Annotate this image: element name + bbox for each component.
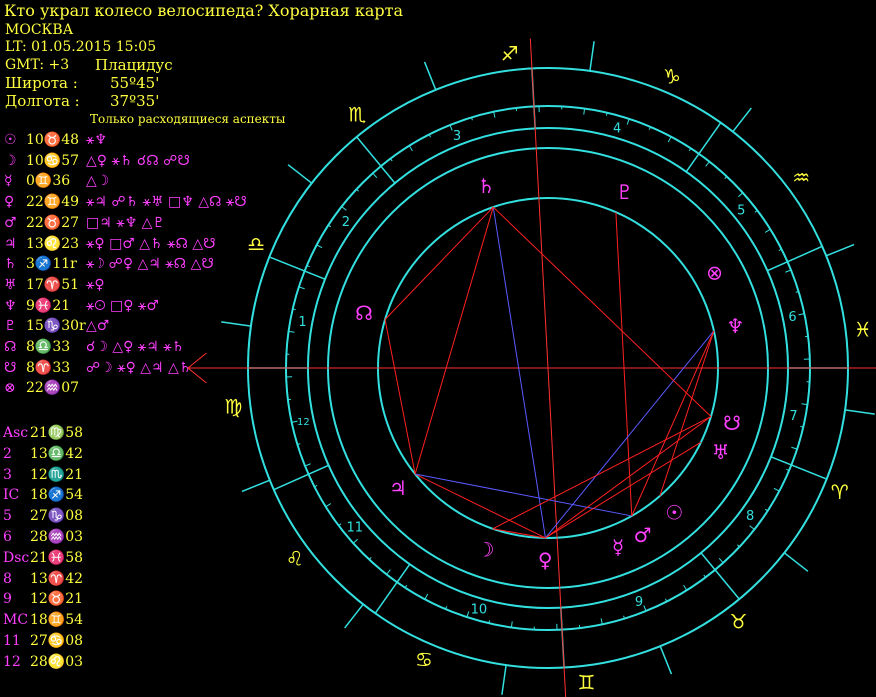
degree-tick: [605, 112, 608, 116]
planet-marker: ⊗: [706, 260, 723, 284]
sign-glyph: ♏: [348, 103, 366, 127]
degree-tick: [372, 172, 378, 178]
sign-glyph: ♎: [247, 232, 265, 256]
house-number: 2: [342, 215, 350, 230]
planet-marker: ☽: [477, 538, 495, 562]
degree-tick: [352, 538, 358, 544]
sign-glyph: ♐: [501, 41, 519, 65]
planet-marker: ♃: [389, 476, 407, 500]
house-number: 12: [297, 417, 310, 428]
house-cusp-line: [273, 464, 329, 491]
sign-divider: [844, 409, 875, 415]
house-number: 3: [453, 129, 461, 144]
sign-divider: [825, 243, 855, 257]
degree-tick: [316, 244, 323, 249]
sign-glyph: ♍: [224, 394, 242, 418]
sign-glyph: ♑: [663, 64, 681, 88]
degree-tick: [683, 584, 688, 591]
house-cusp-line: [767, 245, 823, 272]
sign-glyph: ♈: [831, 480, 849, 504]
degree-tick: [325, 503, 332, 508]
degree-tick: [785, 269, 792, 273]
sign-divider: [287, 164, 313, 184]
planet-marker: ♀: [538, 548, 553, 572]
degree-tick: [791, 446, 798, 450]
aspect-line: [415, 473, 632, 517]
planet-marker: ♆: [726, 314, 744, 338]
planet-marker: ♄: [477, 174, 495, 198]
degree-tick: [466, 611, 470, 618]
planet-marker: ☿: [612, 535, 624, 559]
aspect-line: [414, 473, 546, 539]
sign-glyph: ♊: [577, 671, 595, 695]
degree-tick: [764, 508, 768, 512]
degree-tick: [626, 118, 630, 125]
sign-divider: [501, 664, 507, 695]
house-number: 8: [746, 509, 754, 524]
degree-tick: [718, 558, 724, 564]
planet-marker: ♇: [616, 180, 634, 204]
house-number: 1: [298, 315, 306, 330]
chart-wheel: ♈♉♊♋♌♍♎♏♐♑♒♓123 456789101112☉☽ ☿♀♂♃♄♅♆♇☊☋⊗: [187, 38, 876, 697]
degree-tick: [705, 161, 710, 167]
house-number: 10: [471, 602, 488, 617]
degree-tick: [341, 206, 347, 211]
degree-tick: [298, 286, 305, 290]
degree-tick: [386, 569, 391, 575]
house-number: 11: [346, 521, 363, 536]
degree-tick: [800, 425, 804, 428]
planet-marker: ☋: [723, 411, 741, 435]
sign-glyph: ♉: [730, 609, 748, 633]
sign-glyph: ♌: [286, 547, 304, 571]
aspect-line: [615, 212, 633, 516]
sign-divider: [732, 107, 752, 133]
degree-tick: [738, 192, 744, 198]
degree-tick: [764, 228, 771, 233]
sign-glyph: ♋: [415, 648, 433, 672]
planet-marker: ☊: [355, 301, 373, 325]
degree-tick: [424, 593, 429, 600]
degree-tick: [600, 618, 603, 625]
aspect-line: [492, 206, 546, 539]
degree-tick: [798, 313, 805, 316]
degree-tick: [773, 487, 780, 492]
sign-divider: [344, 603, 364, 629]
house-cusp-line: [685, 122, 722, 173]
degree-tick: [292, 308, 296, 311]
aspect-line: [492, 528, 546, 539]
aspect-line: [492, 206, 712, 417]
house-cusp-line: [374, 563, 411, 614]
house-number: 4: [613, 122, 621, 137]
degree-tick: [328, 224, 332, 228]
aspect-line: [659, 330, 715, 497]
planet-marker: ☉: [665, 501, 683, 525]
planet-marker: ♅: [712, 440, 730, 464]
house-number: 9: [635, 595, 643, 610]
sign-glyph: ♓: [854, 318, 872, 342]
degree-tick: [667, 136, 672, 143]
degree-tick: [688, 148, 692, 152]
sign-divider: [423, 61, 437, 91]
sign-divider: [241, 479, 271, 493]
degree-tick: [643, 605, 647, 612]
house-cusp-line: [269, 256, 326, 280]
degree-tick: [749, 525, 755, 530]
degree-tick: [488, 620, 491, 624]
degree-tick: [408, 145, 413, 152]
planet-marker: ♂: [634, 523, 652, 547]
sign-divider: [221, 321, 252, 327]
degree-tick: [304, 463, 311, 467]
house-number: 7: [789, 409, 797, 424]
degree-tick: [493, 111, 496, 118]
aspect-line: [545, 416, 712, 539]
sign-divider: [659, 645, 673, 675]
house-number: 5: [737, 203, 745, 218]
sign-glyph: ♒: [792, 165, 810, 189]
house-number: 6: [788, 310, 796, 325]
aspect-line: [545, 330, 715, 539]
sign-divider: [783, 552, 809, 572]
sign-divider: [589, 41, 595, 72]
house-cusp-line: [770, 456, 827, 480]
degree-tick: [404, 584, 408, 588]
